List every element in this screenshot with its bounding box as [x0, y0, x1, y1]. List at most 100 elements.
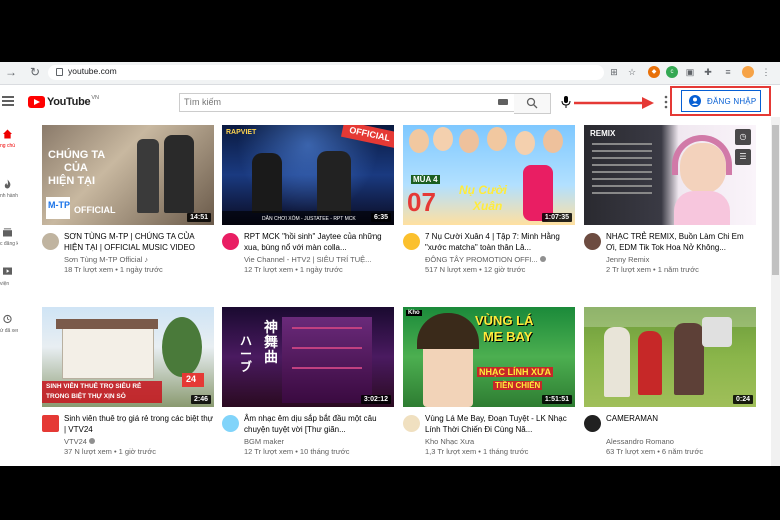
lock-icon [56, 68, 63, 76]
trending-icon [4, 179, 11, 189]
thumbnail-text: NHẠC LÍNH XƯA [477, 367, 553, 377]
video-card[interactable]: Kho VÙNG LÁ ME BAY NHẠC LÍNH XƯA TIỀN CH… [403, 307, 575, 461]
sidebar-item-home[interactable]: ng chủ [0, 129, 18, 159]
video-thumbnail[interactable]: SINH VIÊN THUÊ TRỌ SIÊU RẺ TRONG BIỆT TH… [42, 307, 214, 407]
signin-button[interactable]: ĐĂNG NHẬP [681, 90, 761, 112]
thumbnail-text: TIỀN CHIẾN [493, 381, 543, 390]
video-duration: 6:35 [370, 213, 391, 222]
star-icon[interactable]: ☆ [626, 66, 638, 78]
channel-avatar[interactable] [42, 415, 59, 432]
youtube-logo[interactable]: YouTube VN [28, 95, 99, 108]
profile-avatar[interactable] [742, 66, 754, 78]
video-title[interactable]: Sinh viên thuê trọ giá rẻ trong các biệt… [64, 413, 214, 435]
video-stats: 517 N lượt xem • 12 giờ trước [425, 265, 526, 274]
video-title[interactable]: Âm nhạc êm dịu sắp bắt đầu một câu chuyệ… [244, 413, 394, 435]
video-title[interactable]: SƠN TÙNG M-TP | CHÚNG TA CỦA HIỆN TẠI | … [64, 231, 214, 253]
video-title[interactable]: Vùng Lá Me Bay, Đoạn Tuyệt - LK Nhạc Lín… [425, 413, 575, 435]
channel-name[interactable]: Alessandro Romano [606, 437, 756, 446]
video-card[interactable]: 0:24 CAMERAMAN Alessandro Romano 63 Tr l… [584, 307, 756, 461]
search-icon [526, 97, 538, 109]
search-input[interactable] [184, 95, 484, 109]
thumbnail-text: 24 [186, 374, 197, 384]
video-channel[interactable]: Sơn Tùng M-TP Official ♪ [64, 255, 214, 264]
puzzle-icon[interactable]: ✚ [702, 66, 714, 78]
media-icon[interactable]: ≡ [722, 66, 734, 78]
sidebar-label: nh hành [0, 193, 18, 199]
extension-icon[interactable]: ▣ [684, 66, 696, 78]
music-note-icon: ♪ [144, 255, 149, 264]
reload-icon[interactable]: ↻ [28, 65, 42, 79]
channel-avatar[interactable] [42, 233, 59, 250]
channel-avatar[interactable] [403, 415, 420, 432]
scrollbar-thumb[interactable] [772, 125, 779, 275]
video-title[interactable]: CAMERAMAN [606, 413, 756, 424]
address-bar[interactable]: youtube.com [48, 65, 604, 80]
region-code: VN [91, 94, 99, 101]
thumbnail-text: M-TP [48, 200, 70, 210]
video-card[interactable]: SINH VIÊN THUÊ TRỌ SIÊU RẺ TRONG BIỆT TH… [42, 307, 214, 461]
search-button[interactable] [514, 93, 551, 114]
sidebar-item-history[interactable]: ử đã xem [0, 314, 18, 344]
forward-icon[interactable]: → [4, 65, 18, 79]
channel-avatar[interactable] [222, 415, 239, 432]
channel-avatar[interactable] [403, 233, 420, 250]
channel-name[interactable]: Vie Channel - HTV2 | SIÊU TRÍ TUỆ... [244, 255, 394, 264]
video-channel[interactable]: VTV24 [64, 437, 214, 446]
extension-icon[interactable]: ◆ [648, 66, 660, 78]
channel-avatar[interactable] [584, 415, 601, 432]
account-icon [689, 95, 701, 107]
channel-avatar[interactable] [584, 233, 601, 250]
hamburger-icon[interactable] [2, 96, 14, 106]
translate-icon[interactable]: ⊞ [608, 66, 620, 78]
menu-dots-icon[interactable]: ⋮ [760, 66, 772, 78]
video-thumbnail[interactable]: REMIX ◷ ☰ [584, 125, 756, 225]
sidebar-item-trending[interactable]: nh hành [0, 179, 18, 209]
sidebar-label: viện [0, 281, 10, 287]
video-thumbnail[interactable]: 神舞曲 ハーブ 3:02:12 [222, 307, 394, 407]
thumbnail-text: MÙA 4 [411, 175, 440, 184]
channel-name[interactable]: BGM maker [244, 437, 394, 446]
page-scrollbar[interactable] [771, 117, 780, 466]
video-card[interactable]: OFFICIAL RAPVIET DÂN CHƠI XÓM - JUSTATEE… [222, 125, 394, 279]
video-title[interactable]: NHẠC TRẺ REMIX, Buồn Làm Chi Em Ơi, EDM … [606, 231, 756, 253]
library-icon [3, 267, 12, 275]
extension-icon[interactable]: c [666, 66, 678, 78]
thumbnail-text: Xuân [473, 199, 503, 213]
thumbnail-text: TRONG BIỆT THỰ XỊN SÒ [46, 393, 126, 400]
channel-avatar[interactable] [222, 233, 239, 250]
sidebar-item-library[interactable]: viện [0, 267, 18, 297]
keyboard-icon[interactable] [498, 99, 508, 105]
video-thumbnail[interactable]: CHÚNG TA CỦA HIỆN TẠI M-TP OFFICIAL 14:5… [42, 125, 214, 225]
settings-dots-icon[interactable] [664, 94, 668, 110]
video-card[interactable]: REMIX ◷ ☰ NHẠC TRẺ REMIX, Buồn Làm Chi E… [584, 125, 756, 279]
video-thumbnail[interactable]: Kho VÙNG LÁ ME BAY NHẠC LÍNH XƯA TIỀN CH… [403, 307, 575, 407]
channel-name[interactable]: VTV24 [64, 437, 87, 446]
channel-name[interactable]: Sơn Tùng M-TP Official [64, 255, 142, 264]
video-title[interactable]: RPT MCK "hồi sinh" Jaytee của những xua,… [244, 231, 394, 253]
thumbnail-text: OFFICIAL [74, 205, 116, 215]
video-thumbnail[interactable]: 0:24 [584, 307, 756, 407]
video-stats: 18 Tr lượt xem • 1 ngày trước [64, 265, 163, 274]
sidebar-item-subscriptions[interactable]: c đăng ký [0, 227, 18, 257]
channel-name[interactable]: Jenny Remix [606, 255, 756, 264]
thumbnail-text: 07 [407, 187, 436, 217]
microphone-icon[interactable] [560, 95, 572, 109]
video-card[interactable]: CHÚNG TA CỦA HIỆN TẠI M-TP OFFICIAL 14:5… [42, 125, 214, 279]
video-thumbnail[interactable]: MÙA 4 07 Nụ Cười Xuân 1:07:35 [403, 125, 575, 225]
search-box[interactable] [179, 93, 515, 112]
sidebar-label: c đăng ký [0, 241, 18, 247]
thumbnail-text: SINH VIÊN THUÊ TRỌ SIÊU RẺ [46, 383, 142, 390]
watch-later-icon[interactable]: ◷ [735, 129, 751, 145]
logo-text: YouTube [47, 95, 91, 108]
video-title[interactable]: 7 Nụ Cười Xuân 4 | Tập 7: Minh Hằng "xướ… [425, 231, 575, 253]
video-thumbnail[interactable]: OFFICIAL RAPVIET DÂN CHƠI XÓM - JUSTATEE… [222, 125, 394, 225]
thumbnail-text: ME BAY [483, 329, 533, 344]
add-to-queue-icon[interactable]: ☰ [735, 149, 751, 165]
channel-name[interactable]: Kho Nhạc Xưa [425, 437, 575, 446]
video-card[interactable]: MÙA 4 07 Nụ Cười Xuân 1:07:35 7 Nụ Cười … [403, 125, 575, 279]
video-channel[interactable]: ĐÔNG TÂY PROMOTION OFFI... [425, 255, 575, 264]
video-stats: 12 Tr lượt xem • 1 ngày trước [244, 265, 343, 274]
url-text: youtube.com [68, 66, 117, 76]
channel-name[interactable]: ĐÔNG TÂY PROMOTION OFFI... [425, 255, 538, 264]
video-card[interactable]: 神舞曲 ハーブ 3:02:12 Âm nhạc êm dịu sắp bắt đ… [222, 307, 394, 461]
